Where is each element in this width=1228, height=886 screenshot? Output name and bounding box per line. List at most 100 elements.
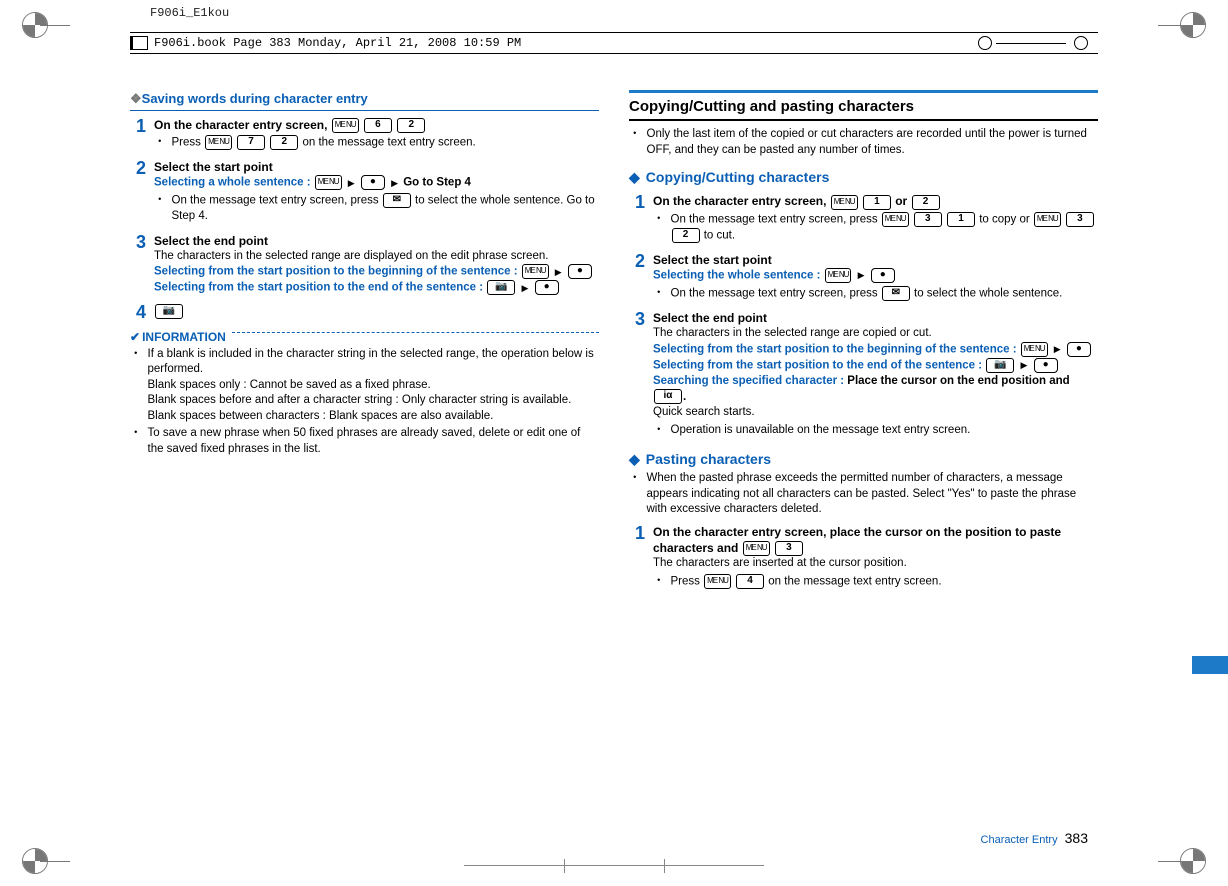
key-2-icon: 2 — [672, 228, 700, 243]
menu-key-icon: ME NU — [522, 264, 549, 279]
camera-key-icon: 📷 — [986, 358, 1014, 373]
left-column: ❖Saving words during character entry 1 O… — [130, 90, 599, 816]
step-number: 1 — [629, 524, 645, 592]
right-column: Copying/Cutting and pasting characters ・… — [629, 90, 1098, 816]
step-title: On the character entry screen, place the… — [653, 524, 1098, 557]
center-key-icon: ● — [1067, 342, 1091, 357]
key-6-icon: 6 — [364, 118, 392, 133]
key-3-icon: 3 — [914, 212, 942, 227]
diamond-icon: ❖ — [130, 91, 140, 106]
selection-instruction: Selecting a whole sentence : ME NU ▶ ● ▶… — [154, 175, 599, 191]
print-header: F906i.book Page 383 Monday, April 21, 20… — [130, 32, 1098, 54]
section-tab — [1192, 656, 1228, 674]
key-1-icon: 1 — [863, 195, 891, 210]
step-number: 3 — [130, 233, 146, 297]
step-number: 4 — [130, 303, 146, 321]
content-area: ❖Saving words during character entry 1 O… — [130, 90, 1098, 816]
center-key-icon: ● — [361, 175, 385, 190]
arrow-right-icon: ▶ — [1054, 344, 1061, 354]
key-7-icon: 7 — [237, 135, 265, 150]
step-title: Select the end point — [154, 233, 599, 249]
bullet: ・ On the message text entry screen, pres… — [653, 286, 1098, 302]
center-key-icon: ● — [568, 264, 592, 279]
page: F906i_E1kou F906i.book Page 383 Monday, … — [0, 0, 1228, 886]
book-icon — [130, 36, 148, 50]
step-title: Select the end point — [653, 310, 1098, 326]
step-number: 2 — [629, 252, 645, 304]
copy-step-2: 2 Select the start point Selecting the w… — [629, 252, 1098, 304]
subheading-copying-cutting: ◆Copying/Cutting characters — [629, 168, 1098, 187]
step-number: 1 — [629, 193, 645, 245]
center-key-icon: ● — [871, 268, 895, 283]
menu-key-icon: ME NU — [882, 212, 909, 227]
step-title: Select the start point — [154, 159, 599, 175]
step-body-text: The characters in the selected range are… — [154, 249, 599, 265]
check-icon: ✔ — [130, 330, 140, 344]
arrow-right-icon: ▶ — [555, 267, 562, 277]
step-body-text: The characters in the selected range are… — [653, 326, 1098, 342]
bullet: ・ Press ME NU 7 2 on the message text en… — [154, 135, 599, 151]
step-number: 1 — [130, 117, 146, 153]
step-1: 1 On the character entry screen, ME NU 6… — [130, 117, 599, 153]
registration-mark-icon — [10, 0, 60, 50]
step-title: On the character entry screen, ME NU 6 2 — [154, 117, 599, 133]
step-title: On the character entry screen, ME NU 1 o… — [653, 193, 1098, 209]
step-4: 4 📷 — [130, 303, 599, 321]
arrow-right-icon: ▶ — [391, 178, 398, 188]
registration-mark-icon — [1168, 836, 1218, 886]
step-title: 📷 — [154, 303, 599, 319]
step-body-text: Quick search starts. — [653, 405, 1098, 421]
diamond-icon: ◆ — [629, 168, 640, 187]
copy-step-3: 3 Select the end point The characters in… — [629, 310, 1098, 440]
diamond-icon: ◆ — [629, 450, 640, 469]
arrow-right-icon: ▶ — [521, 283, 528, 293]
center-key-icon: ● — [535, 280, 559, 295]
bullet: ・ Press ME NU 4 on the message text entr… — [653, 574, 1098, 590]
step-2: 2 Select the start point Selecting a who… — [130, 159, 599, 227]
information-heading: ✔INFORMATION — [130, 321, 599, 345]
menu-key-icon: ME NU — [825, 268, 852, 283]
menu-key-icon: ME NU — [315, 175, 342, 190]
menu-key-icon: ME NU — [743, 541, 770, 556]
step-title: Select the start point — [653, 252, 1098, 268]
dashed-rule-icon — [232, 332, 599, 333]
menu-key-icon: ME NU — [205, 135, 232, 150]
heading-saving-words: ❖Saving words during character entry — [130, 90, 599, 111]
arrow-right-icon: ▶ — [1020, 360, 1027, 370]
registration-mark-icon — [1168, 0, 1218, 50]
key-2-icon: 2 — [397, 118, 425, 133]
key-3-icon: 3 — [775, 541, 803, 556]
key-1-icon: 1 — [947, 212, 975, 227]
bullet: ・ If a blank is included in the characte… — [130, 347, 599, 425]
subheading-pasting: ◆Pasting characters — [629, 450, 1098, 469]
bullet: ・ Only the last item of the copied or cu… — [629, 127, 1098, 158]
paste-step-1: 1 On the character entry screen, place t… — [629, 524, 1098, 592]
step-number: 2 — [130, 159, 146, 227]
blue-bar-icon — [629, 90, 1098, 93]
bullet: ・ On the message text entry screen, pres… — [154, 193, 599, 225]
copy-step-1: 1 On the character entry screen, ME NU 1… — [629, 193, 1098, 245]
menu-key-icon: ME NU — [831, 195, 858, 210]
menu-key-icon: ME NU — [1034, 212, 1061, 227]
menu-key-icon: ME NU — [1021, 342, 1048, 357]
camera-key-icon: 📷 — [487, 280, 515, 295]
section-label: Character Entry — [981, 834, 1058, 846]
print-header-text: F906i.book Page 383 Monday, April 21, 20… — [154, 36, 521, 50]
selection-instruction: Selecting the whole sentence : ME NU ▶ ● — [653, 268, 1098, 284]
bullet: ・ On the message text entry screen, pres… — [653, 212, 1098, 244]
iappli-key-icon: iα — [654, 389, 682, 404]
selection-instruction: Searching the specified character : Plac… — [653, 374, 1098, 406]
bullet: ・ To save a new phrase when 50 fixed phr… — [130, 426, 599, 457]
key-2-icon: 2 — [912, 195, 940, 210]
arrow-right-icon: ▶ — [348, 178, 355, 188]
mail-key-icon: ✉ — [882, 286, 910, 301]
selection-instruction: Selecting from the start position to the… — [154, 264, 599, 280]
camera-key-icon: 📷 — [155, 304, 183, 319]
step-3: 3 Select the end point The characters in… — [130, 233, 599, 297]
step-body-text: The characters are inserted at the curso… — [653, 556, 1098, 572]
key-2-icon: 2 — [270, 135, 298, 150]
doc-id-label: F906i_E1kou — [150, 6, 229, 20]
mail-key-icon: ✉ — [383, 193, 411, 208]
page-footer: Character Entry 383 — [981, 830, 1088, 846]
center-key-icon: ● — [1034, 358, 1058, 373]
